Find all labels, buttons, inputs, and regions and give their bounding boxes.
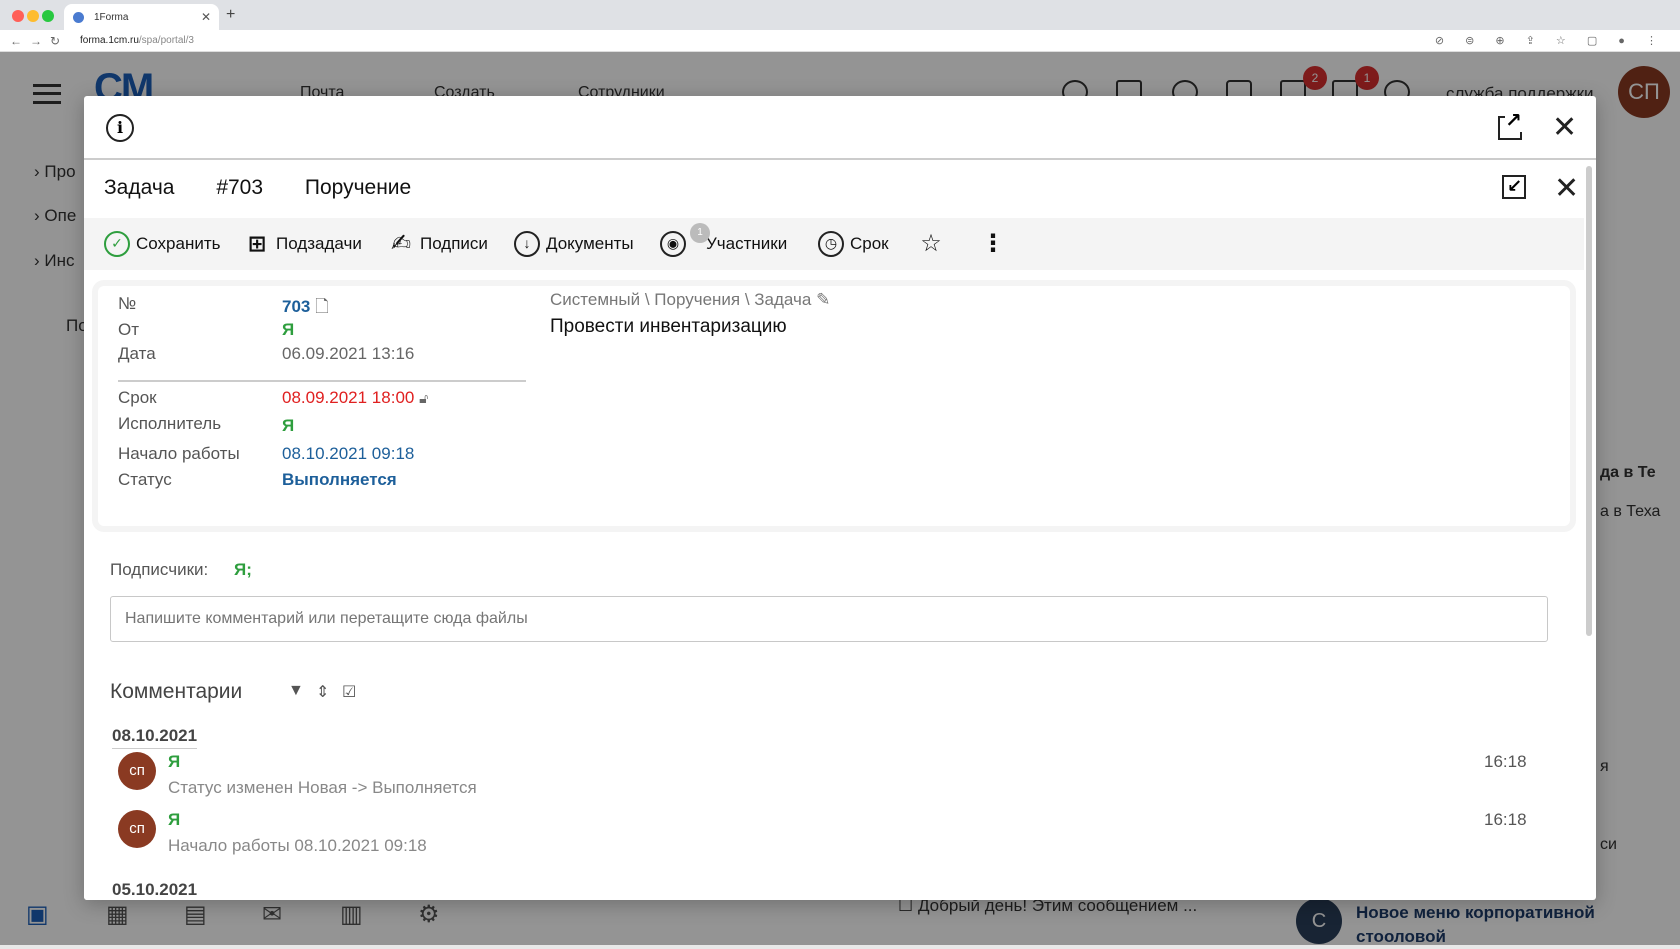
favicon-icon: [73, 12, 84, 23]
modal-header: i ✕: [84, 96, 1596, 160]
close-window-dot[interactable]: [12, 10, 24, 22]
date-label: Дата: [118, 344, 156, 363]
executor-label: Исполнитель: [118, 414, 222, 433]
filter-icon[interactable]: ▼: [288, 682, 304, 700]
comment-time: 16:18: [1484, 752, 1527, 771]
participants-badge: 1: [690, 223, 710, 243]
comments-title: Комментарии: [110, 680, 243, 703]
collapse-icon[interactable]: [1502, 175, 1526, 199]
documents-button[interactable]: ↓ Документы: [514, 228, 634, 260]
tab-title: 1Forma: [94, 12, 129, 23]
maximize-window-dot[interactable]: [42, 10, 54, 22]
check-icon: ✓: [104, 231, 130, 257]
browser-extension-icons[interactable]: ⊘ ⊜ ⊕ ⇪ ☆ ▢ ● ⋮: [1435, 34, 1666, 47]
forward-icon[interactable]: →: [30, 34, 42, 48]
from-value[interactable]: Я: [282, 320, 294, 340]
task-name: Провести инвентаризацию: [550, 316, 787, 337]
signature-icon: ✍: [390, 230, 412, 257]
copy-document-icon[interactable]: 🗋: [315, 297, 329, 316]
deadline-value[interactable]: 08.09.2021 18:00 🔓︎: [282, 388, 428, 408]
comment-text: Статус изменен Новая -> Выполняется: [168, 778, 477, 797]
open-external-icon[interactable]: [1498, 110, 1522, 140]
participants-button[interactable]: ◉ Участники: [660, 228, 787, 260]
details-divider: [118, 380, 526, 382]
address-bar: ← → ↻ forma.1cm.ru/spa/portal/3 ⊘ ⊜ ⊕ ⇪ …: [0, 30, 1680, 52]
comment-text: Начало работы 08.10.2021 09:18: [168, 836, 427, 855]
hierarchy-icon: ⊞: [247, 231, 267, 256]
task-type: Задача: [104, 176, 175, 199]
task-title-row: Задача #703 Поручение: [104, 176, 447, 200]
task-panel: Задача #703 Поручение ✕ ✓ Сохранить ⊞ По…: [84, 160, 1584, 900]
status-label: Статус: [118, 470, 172, 489]
comment-input[interactable]: [110, 596, 1548, 642]
tab-close-icon[interactable]: ✕: [201, 10, 211, 24]
number-value[interactable]: 703 🗋: [282, 294, 329, 323]
more-menu-button[interactable]: ⋮: [980, 228, 1012, 260]
comment-author[interactable]: Я: [168, 810, 180, 830]
comment-author[interactable]: Я: [168, 752, 180, 772]
breadcrumb[interactable]: Системный \ Поручения \ Задача ✎: [550, 290, 830, 310]
start-label: Начало работы: [118, 444, 240, 463]
subscribers-label: Подписчики:: [110, 560, 209, 579]
deadline-label: Срок: [118, 388, 157, 407]
user-circle-icon: ◉: [660, 231, 686, 257]
edit-pencil-icon[interactable]: ✎: [816, 290, 830, 309]
task-kind: Поручение: [304, 176, 412, 199]
task-toolbar: ✓ Сохранить ⊞ Подзадачи ✍ Подписи ↓ Доку…: [84, 218, 1584, 270]
task-modal: i ✕ Задача #703 Поручение ✕ ✓ Сохранить …: [84, 96, 1596, 900]
download-icon: ↓: [514, 231, 540, 257]
panel-close-icon[interactable]: ✕: [1554, 174, 1579, 204]
modal-close-icon[interactable]: ✕: [1552, 113, 1577, 143]
task-details-card: № 703 🗋 От Я Дата 06.09.2021 13:16 Срок …: [98, 286, 1570, 526]
back-icon[interactable]: ←: [10, 34, 22, 48]
comment-date-header: 05.10.2021: [112, 880, 197, 900]
minimize-window-dot[interactable]: [27, 10, 39, 22]
favorite-button[interactable]: ☆: [918, 228, 950, 260]
from-label: От: [118, 320, 140, 339]
check-all-icon[interactable]: ☑: [342, 682, 356, 702]
comment-time: 16:18: [1484, 810, 1527, 829]
star-icon: ☆: [920, 230, 942, 257]
signatures-button[interactable]: ✍ Подписи: [388, 228, 488, 260]
browser-tab[interactable]: 1Forma ✕: [64, 4, 219, 30]
comment-date-header: 08.10.2021: [112, 726, 198, 749]
deadline-button[interactable]: ◷ Срок: [818, 228, 889, 260]
subscribers-value[interactable]: Я;: [234, 560, 252, 580]
clock-icon: ◷: [818, 231, 844, 257]
subtasks-button[interactable]: ⊞ Подзадачи: [244, 228, 362, 260]
comment-avatar: сп: [118, 810, 156, 848]
new-tab-icon[interactable]: +: [226, 6, 235, 24]
task-number: #703: [216, 176, 264, 199]
more-vertical-icon: ⋮: [981, 230, 1005, 257]
scrollbar[interactable]: [1586, 166, 1592, 636]
number-label: №: [118, 294, 137, 313]
executor-value[interactable]: Я: [282, 416, 294, 436]
comment-avatar: сп: [118, 752, 156, 790]
save-button[interactable]: ✓ Сохранить: [104, 228, 220, 260]
info-icon[interactable]: i: [106, 114, 134, 142]
unlock-icon[interactable]: 🔓︎: [419, 390, 428, 406]
reload-icon[interactable]: ↻: [50, 34, 60, 48]
url-field[interactable]: forma.1cm.ru/spa/portal/3: [80, 35, 194, 46]
date-value: 06.09.2021 13:16: [282, 344, 415, 363]
status-value[interactable]: Выполняется: [282, 470, 397, 490]
sort-icon[interactable]: ⇕: [316, 682, 329, 702]
start-value[interactable]: 08.10.2021 09:18: [282, 444, 414, 464]
browser-tabbar: 1Forma ✕ +: [0, 0, 1680, 30]
